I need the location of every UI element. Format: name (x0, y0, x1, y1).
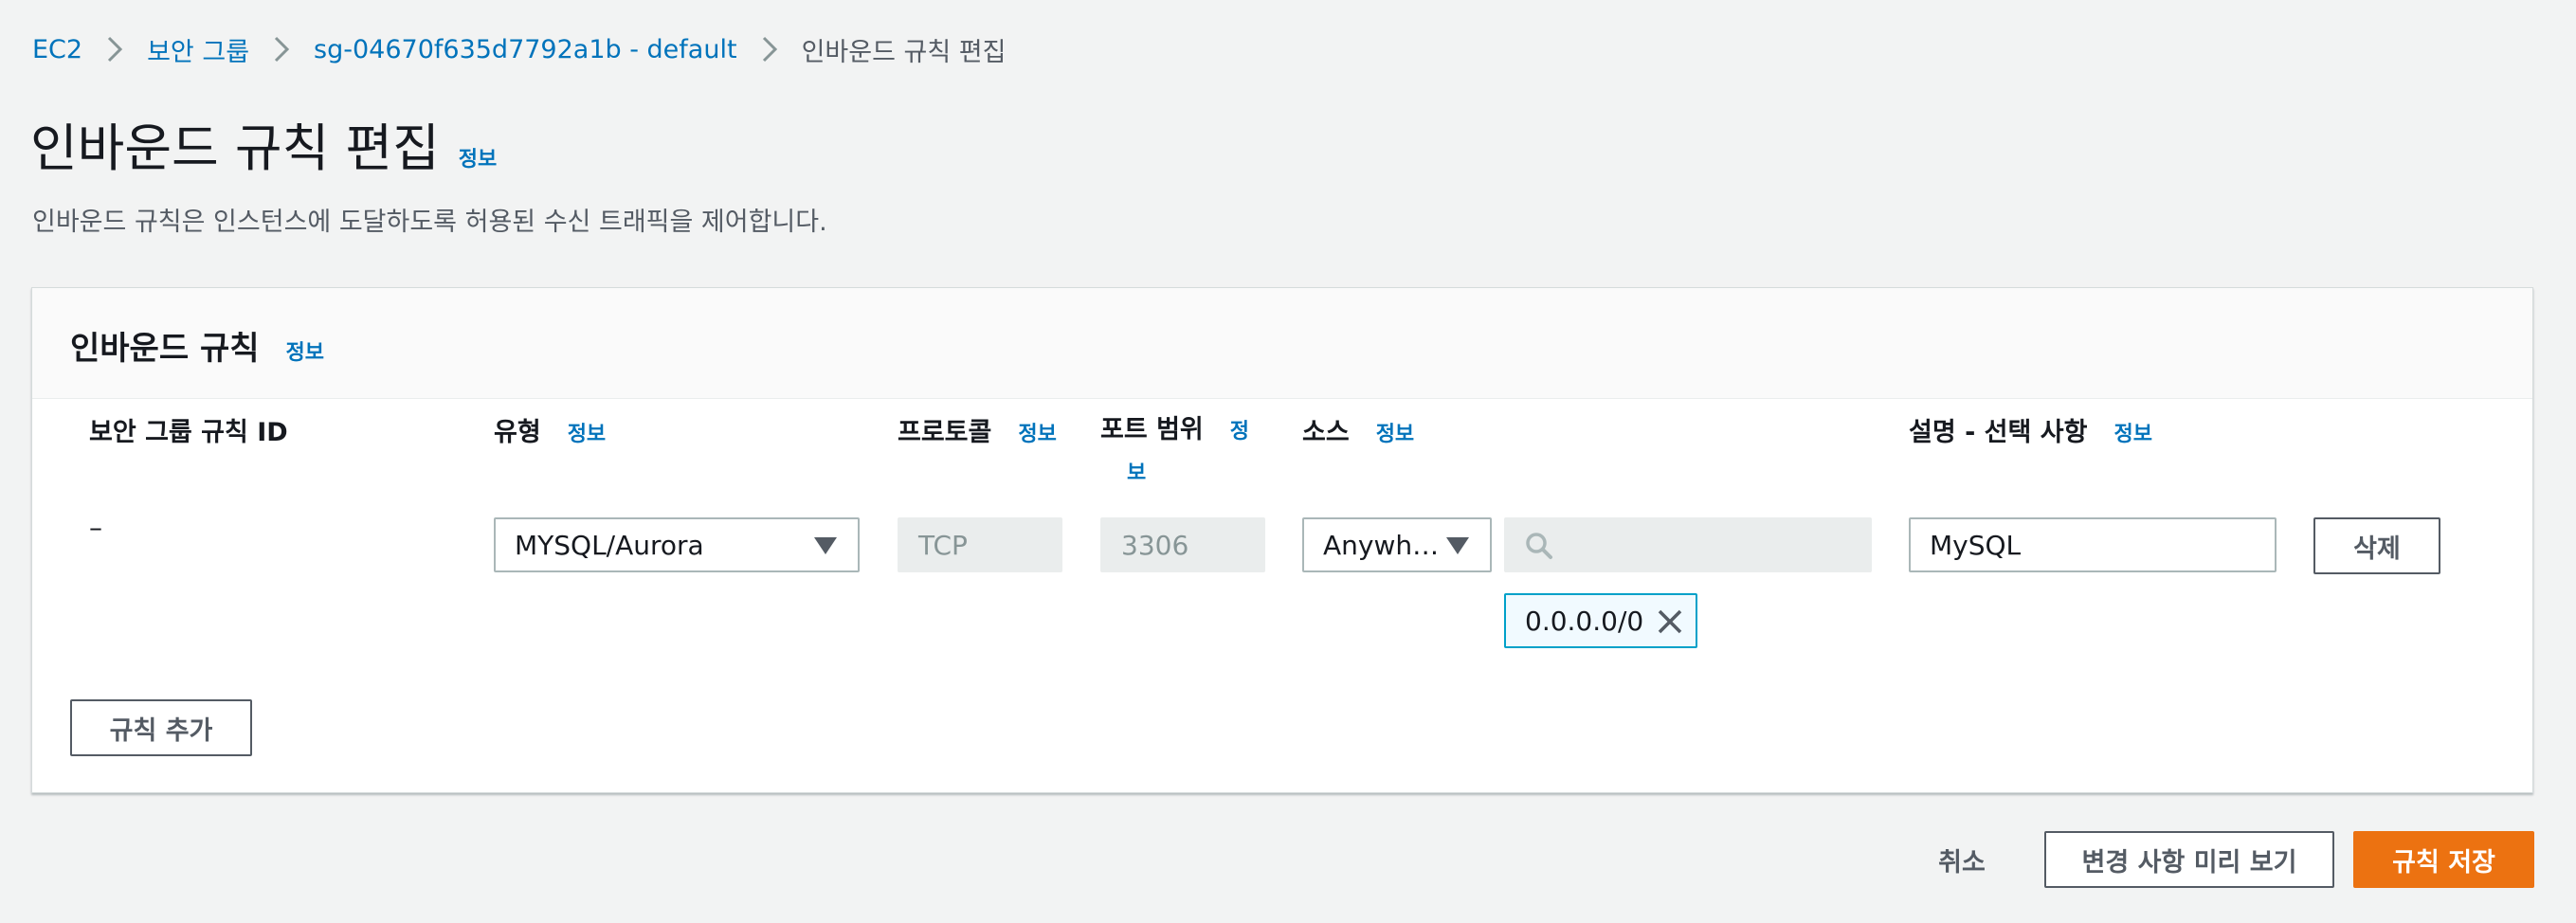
type-info-link[interactable]: 정보 (568, 417, 606, 447)
column-header-port-range: 포트 범위 정 보 (1100, 411, 1249, 493)
column-header-source: 소스 정보 (1302, 411, 1414, 448)
page-title: 인바운드 규칙 편집 정보 (30, 106, 497, 181)
column-header-description: 설명 - 선택 사항 정보 (1909, 411, 2152, 448)
page-title-text: 인바운드 규칙 편집 (30, 118, 440, 178)
source-type-select[interactable]: Anywh… (1302, 517, 1492, 572)
column-header-protocol-label: 프로토콜 (898, 418, 992, 447)
source-type-select-value: Anywh… (1323, 529, 1440, 561)
protocol-field: TCP (898, 517, 1062, 572)
source-cidr-token: 0.0.0.0/0 (1504, 593, 1697, 648)
port-range-value: 3306 (1121, 529, 1189, 561)
panel-title: 인바운드 규칙 정보 (70, 322, 324, 369)
column-header-type: 유형 정보 (494, 411, 606, 448)
add-rule-button[interactable]: 규칙 추가 (70, 699, 252, 756)
caret-down-icon (1446, 537, 1469, 554)
column-header-type-label: 유형 (494, 418, 541, 447)
column-header-rule-id: 보안 그룹 규칙 ID (89, 411, 288, 448)
breadcrumb-ec2[interactable]: EC2 (32, 35, 82, 64)
preview-changes-button[interactable]: 변경 사항 미리 보기 (2044, 831, 2334, 888)
close-icon[interactable] (1656, 607, 1684, 642)
port-range-field: 3306 (1100, 517, 1265, 572)
source-info-link[interactable]: 정보 (1376, 417, 1414, 447)
type-select[interactable]: MYSQL/Aurora (494, 517, 860, 572)
chevron-right-icon (760, 35, 779, 63)
protocol-value: TCP (918, 529, 968, 561)
page-description: 인바운드 규칙은 인스턴스에 도달하도록 허용된 수신 트래픽을 제어합니다. (32, 208, 827, 237)
column-header-description-label: 설명 - 선택 사항 (1909, 418, 2088, 447)
column-header-port-range-label: 포트 범위 (1100, 415, 1204, 444)
panel-header: 인바운드 규칙 정보 (32, 288, 2532, 399)
column-header-protocol: 프로토콜 정보 (898, 411, 1057, 448)
source-cidr-token-label: 0.0.0.0/0 (1525, 605, 1644, 637)
inbound-rules-panel: 인바운드 규칙 정보 보안 그룹 규칙 ID 유형 정보 프로토콜 정보 포트 … (31, 287, 2533, 793)
type-select-value: MYSQL/Aurora (515, 529, 704, 561)
port-range-info-link-part2[interactable]: 보 (1127, 455, 1249, 493)
source-cidr-search[interactable] (1504, 517, 1872, 572)
chevron-right-icon (272, 35, 291, 63)
port-range-info-link-part1[interactable]: 정 (1230, 413, 1249, 451)
cancel-button[interactable]: 취소 (1924, 831, 2000, 888)
source-cidr-input[interactable] (1563, 519, 1864, 572)
rule-id-value: – (89, 512, 102, 543)
page-title-info-link[interactable]: 정보 (459, 142, 497, 172)
panel-info-link[interactable]: 정보 (286, 335, 324, 366)
rule-description-input[interactable] (1909, 517, 2277, 572)
breadcrumb-security-groups[interactable]: 보안 그룹 (147, 31, 249, 68)
save-rules-button[interactable]: 규칙 저장 (2353, 831, 2534, 888)
search-icon (1525, 532, 1553, 564)
chevron-right-icon (105, 35, 124, 63)
panel-title-text: 인바운드 규칙 (70, 330, 260, 368)
breadcrumb: EC2 보안 그룹 sg-04670f635d7792a1b - default… (32, 28, 1006, 70)
column-header-rule-id-label: 보안 그룹 규칙 ID (89, 418, 288, 447)
caret-down-icon (814, 537, 837, 554)
column-header-source-label: 소스 (1302, 418, 1350, 447)
protocol-info-link[interactable]: 정보 (1018, 417, 1056, 447)
breadcrumb-current: 인바운드 규칙 편집 (801, 37, 1007, 67)
delete-rule-button[interactable]: 삭제 (2313, 517, 2440, 574)
breadcrumb-security-group-id[interactable]: sg-04670f635d7792a1b - default (314, 35, 737, 64)
description-info-link[interactable]: 정보 (2113, 417, 2151, 447)
